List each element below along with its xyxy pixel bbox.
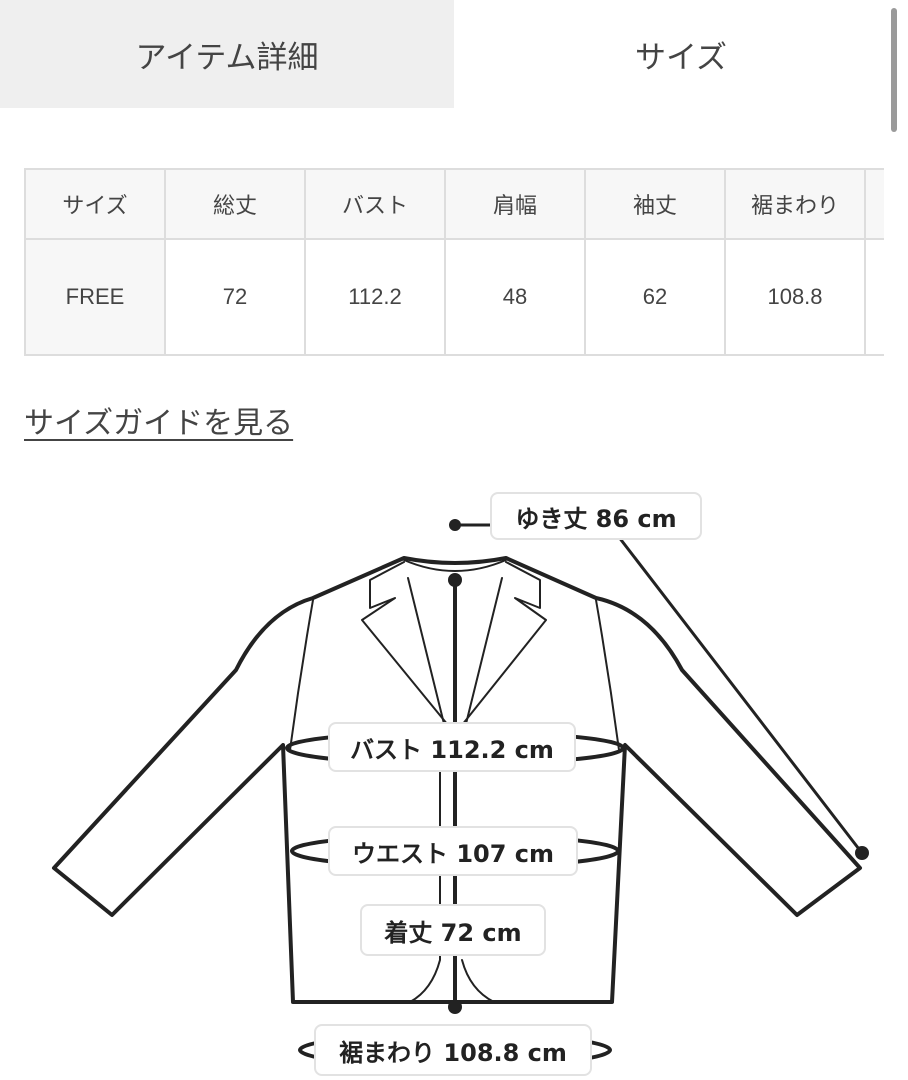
measurement-diagram: ゆき丈 86 cm バスト 112.2 cm ウエスト 107 cm 着丈 72… (0, 470, 908, 1080)
right-armhole-seam (595, 599, 620, 751)
cell-more (864, 238, 884, 356)
size-guide-link[interactable]: サイズガイドを見る (24, 398, 293, 442)
tab-size[interactable]: サイズ (454, 0, 908, 108)
size-table-container[interactable]: サイズ 総丈 バスト 肩幅 袖丈 裾まわり FREE 72 112.2 48 6… (24, 168, 884, 356)
header-total-length: 総丈 (164, 168, 306, 240)
header-hem: 裾まわり (724, 168, 866, 240)
size-table-header-row: サイズ 総丈 バスト 肩幅 袖丈 裾まわり (24, 168, 884, 240)
yuki-end-dot (855, 846, 869, 860)
yuki-start-dot (449, 519, 461, 531)
front-inner-line-right (461, 577, 503, 741)
cell-shoulder: 48 (444, 238, 586, 356)
length-top-dot (448, 573, 462, 587)
front-opening (409, 761, 441, 1003)
waist-label: ウエスト 107 cm (328, 826, 578, 876)
header-sleeve: 袖丈 (584, 168, 726, 240)
cell-size: FREE (24, 238, 166, 356)
tab-bar: アイテム詳細 サイズ (0, 0, 908, 110)
jacket-illustration (52, 519, 869, 1068)
yuki-length-label: ゆき丈 86 cm (490, 492, 702, 540)
cell-hem: 108.8 (724, 238, 866, 356)
bust-label: バスト 112.2 cm (328, 722, 576, 772)
header-more (864, 168, 884, 240)
front-hem-curve (461, 959, 495, 1003)
header-bust: バスト (304, 168, 446, 240)
header-shoulder: 肩幅 (444, 168, 586, 240)
cell-sleeve: 62 (584, 238, 726, 356)
header-size: サイズ (24, 168, 166, 240)
cell-total-length: 72 (164, 238, 306, 356)
hem-label: 裾まわり 108.8 cm (314, 1024, 592, 1076)
length-bottom-dot (448, 1000, 462, 1014)
scrollbar[interactable] (891, 8, 897, 132)
tab-item-details[interactable]: アイテム詳細 (0, 0, 454, 108)
length-label: 着丈 72 cm (360, 904, 546, 956)
cell-bust: 112.2 (304, 238, 446, 356)
table-row: FREE 72 112.2 48 62 108.8 (24, 238, 884, 356)
yuki-measure-line (613, 530, 864, 855)
size-table: サイズ 総丈 バスト 肩幅 袖丈 裾まわり FREE 72 112.2 48 6… (24, 168, 884, 356)
left-armhole-seam (289, 599, 314, 751)
front-inner-line-left (407, 577, 449, 741)
